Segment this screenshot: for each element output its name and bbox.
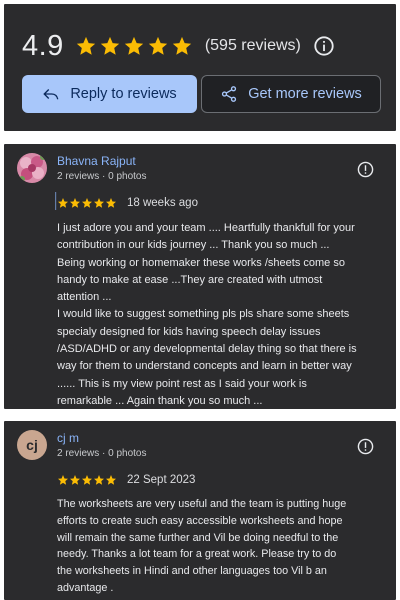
more-button-label: Get more reviews xyxy=(248,86,362,102)
review-date: 22 Sept 2023 xyxy=(127,474,196,486)
rating-summary-panel: 4.9 (595 reviews) Reply to reviews Get m… xyxy=(4,4,396,131)
reviewer-name[interactable]: cj m xyxy=(57,431,79,445)
review-text: The worksheets are very useful and the t… xyxy=(57,498,347,594)
rating-row: 4.9 (595 reviews) xyxy=(22,26,335,66)
review-date: 18 weeks ago xyxy=(127,197,198,209)
review-card: Bhavna Rajput 2 reviews · 0 photos 18 we… xyxy=(4,144,396,409)
review-stars xyxy=(57,474,117,486)
reviewer-name[interactable]: Bhavna Rajput xyxy=(57,154,136,168)
star-icon xyxy=(58,198,68,208)
review-count: (595 reviews) xyxy=(204,37,301,54)
star-icon xyxy=(70,475,80,485)
star-icon xyxy=(82,475,92,485)
star-icon xyxy=(100,36,119,55)
star-icon xyxy=(70,198,80,208)
info-icon[interactable] xyxy=(313,35,335,57)
review-card: cj cj m 2 reviews · 0 photos 22 Sept 202… xyxy=(4,421,396,600)
star-icon xyxy=(58,475,68,485)
reviewer-meta: 2 reviews · 0 photos xyxy=(57,171,147,182)
review-rating-row: 18 weeks ago xyxy=(57,196,198,210)
get-more-reviews-button[interactable]: Get more reviews xyxy=(201,75,381,113)
star-icon xyxy=(94,475,104,485)
share-icon xyxy=(222,86,237,102)
reply-button-label: Reply to reviews xyxy=(70,86,177,102)
star-icon xyxy=(124,36,143,55)
review-rating-row: 22 Sept 2023 xyxy=(57,473,195,487)
avatar[interactable]: cj xyxy=(17,430,47,460)
star-icon xyxy=(106,198,116,208)
reviewer-meta: 2 reviews · 0 photos xyxy=(57,448,147,459)
star-icon xyxy=(82,198,92,208)
report-icon[interactable] xyxy=(357,161,374,178)
rating-stars xyxy=(75,35,193,57)
star-icon xyxy=(76,36,95,55)
star-icon xyxy=(94,198,104,208)
reply-to-reviews-button[interactable]: Reply to reviews xyxy=(22,75,197,113)
reply-icon xyxy=(43,89,59,100)
review-text: I just adore you and your team .... Hear… xyxy=(57,222,357,407)
average-rating: 4.9 xyxy=(22,29,64,62)
star-icon xyxy=(106,475,116,485)
flower-avatar-icon xyxy=(17,153,47,183)
report-icon[interactable] xyxy=(357,438,374,455)
review-stars xyxy=(57,197,117,209)
avatar[interactable] xyxy=(17,153,47,183)
star-icon xyxy=(172,36,191,55)
star-icon xyxy=(148,36,167,55)
